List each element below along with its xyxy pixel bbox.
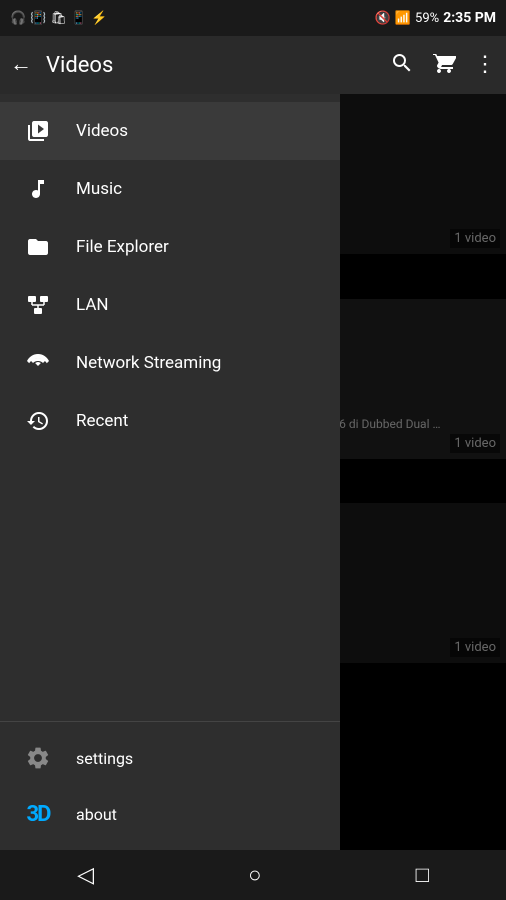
sidebar-label-music: Music [76,179,122,199]
cart-button[interactable] [432,51,456,80]
sidebar-item-file-explorer[interactable]: File Explorer [0,218,340,276]
headphones-icon: 🎧 [10,11,26,26]
settings-item[interactable]: settings [0,730,340,786]
network-streaming-icon [20,351,56,375]
vibrate-icon: 📳 [30,11,46,26]
sidebar-item-videos[interactable]: Videos [0,102,340,160]
back-nav-button[interactable]: ◁ [77,863,94,888]
status-left-icons: 🎧 📳 🛍 📱 ⚡ [10,11,107,26]
system-nav-bar: ◁ ○ □ [0,850,506,900]
drawer-bottom: settings 3D about [0,721,340,850]
sidebar-item-recent[interactable]: Recent [0,392,340,450]
sidebar-label-videos: Videos [76,121,128,141]
settings-label: settings [76,749,133,768]
sidebar-item-network-streaming[interactable]: Network Streaming [0,334,340,392]
sidebar-label-network-streaming: Network Streaming [76,353,221,373]
sidebar-label-recent: Recent [76,411,128,431]
notification-icon: 📱 [71,11,87,26]
lan-icon [20,293,56,317]
sidebar-label-file-explorer: File Explorer [76,237,169,257]
time-text: 2:35 PM [443,10,496,26]
recent-icon [20,409,56,433]
drawer-nav: Videos Music File Explorer [0,94,340,721]
folder-icon [20,235,56,259]
sidebar-label-lan: LAN [76,295,109,315]
navigation-drawer: Videos Music File Explorer [0,94,340,850]
more-button[interactable]: ⋮ [474,54,496,76]
sidebar-item-music[interactable]: Music [0,160,340,218]
signal-icon: 📶 [395,11,411,26]
sidebar-item-lan[interactable]: LAN [0,276,340,334]
status-bar: 🎧 📳 🛍 📱 ⚡ 🔇 📶 59% 2:35 PM [0,0,506,36]
bag-icon: 🛍 [50,11,67,26]
status-right-icons: 🔇 📶 59% 2:35 PM [375,10,496,26]
about-item[interactable]: 3D about [0,786,340,842]
video-icon [20,119,56,143]
app-bar-actions: ⋮ [390,51,496,80]
about-3d-icon: 3D [20,802,56,827]
search-button[interactable] [390,51,414,80]
app-bar-title: Videos [46,53,390,78]
battery-text: 59% [415,11,439,26]
main-layout: 1 video 1 video 1 video a Civil War 2016… [0,94,506,850]
mute-icon: 🔇 [375,11,391,26]
home-nav-button[interactable]: ○ [248,862,261,888]
app-bar: ← Videos ⋮ [0,36,506,94]
drawer-scrim[interactable] [340,94,506,850]
settings-icon [20,745,56,771]
music-icon [20,177,56,201]
back-button[interactable]: ← [10,54,32,76]
about-label: about [76,805,117,824]
usb-icon: ⚡ [91,11,107,26]
recent-nav-button[interactable]: □ [416,862,429,888]
